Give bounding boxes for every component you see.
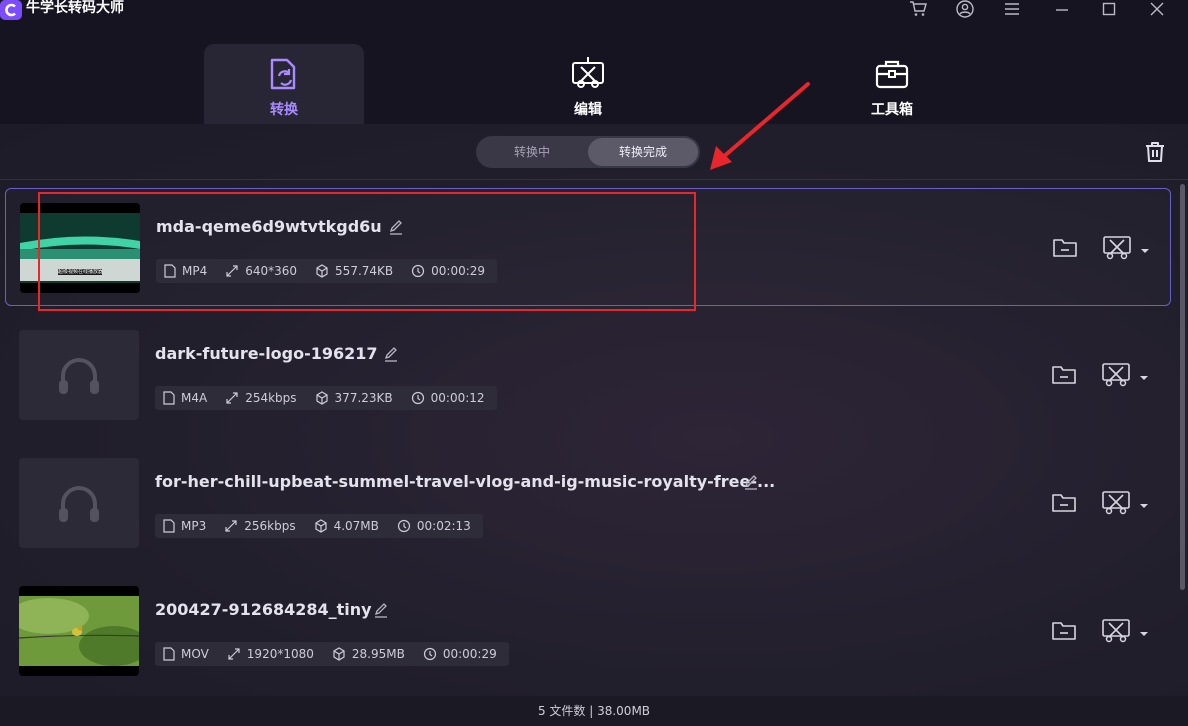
- resize-icon: [228, 648, 240, 660]
- tab-toolbox-label: 工具箱: [871, 102, 913, 118]
- file-row[interactable]: 200427-912684284_tiny MOV 1920*1080 28.9…: [5, 572, 1171, 690]
- clock-icon: [423, 647, 436, 661]
- status-footer: 5 文件数 | 38.00MB: [0, 696, 1188, 726]
- rename-pencil-icon[interactable]: [743, 474, 759, 490]
- file-name: 200427-912684284_tiny: [155, 600, 372, 619]
- video-thumbnail: [19, 586, 139, 676]
- trash-icon[interactable]: [1143, 140, 1167, 164]
- toolbox-icon: [874, 56, 910, 92]
- open-folder-icon[interactable]: [1051, 362, 1077, 386]
- file-size: 377.23KB: [334, 391, 393, 405]
- file-row[interactable]: for-her-chill-upbeat-summel-travel-vlog-…: [5, 444, 1171, 562]
- edit-scissors-icon[interactable]: [1101, 360, 1131, 388]
- size-cube-icon: [333, 647, 345, 661]
- tab-toolbox[interactable]: 工具箱: [812, 44, 972, 124]
- minimize-icon[interactable]: [1052, 0, 1072, 18]
- title-bar: 牛学长转码大师: [0, 0, 1188, 28]
- file-icon: [163, 391, 175, 405]
- edit-scissors-icon[interactable]: [1101, 616, 1131, 644]
- app-logo-icon: [0, 0, 22, 20]
- file-meta: M4A 254kbps 377.23KB 00:00:12: [155, 386, 497, 410]
- tab-edit[interactable]: 编辑: [508, 44, 668, 124]
- chevron-down-icon[interactable]: [1139, 624, 1149, 636]
- file-duration: 00:02:13: [416, 519, 471, 533]
- headphones-icon: [59, 486, 99, 522]
- headphones-icon: [59, 358, 99, 394]
- file-duration: 00:00:29: [442, 647, 497, 661]
- rename-pencil-icon[interactable]: [383, 346, 399, 362]
- app-title: 牛学长转码大师: [26, 0, 124, 16]
- resize-icon: [226, 392, 238, 404]
- clock-icon: [397, 519, 410, 533]
- close-icon[interactable]: [1147, 0, 1167, 18]
- file-format: MOV: [181, 647, 209, 661]
- user-icon[interactable]: [955, 0, 975, 18]
- annotation-highlight-box: [38, 192, 696, 311]
- open-folder-icon[interactable]: [1051, 618, 1077, 642]
- audio-thumbnail: [19, 330, 139, 420]
- open-folder-icon[interactable]: [1052, 235, 1078, 259]
- file-meta: MP3 256kbps 4.07MB 00:02:13: [155, 514, 483, 538]
- file-size: 28.95MB: [351, 647, 405, 661]
- file-resolution: 1920*1080: [246, 647, 314, 661]
- rename-pencil-icon[interactable]: [373, 602, 389, 618]
- status-filter: 转换中 转换完成: [476, 136, 700, 168]
- file-icon: [163, 647, 175, 661]
- convert-icon: [266, 56, 302, 92]
- file-duration: 00:00:12: [430, 391, 485, 405]
- size-cube-icon: [315, 391, 328, 405]
- tab-converted[interactable]: 转换完成: [588, 138, 698, 166]
- file-size: 4.07MB: [333, 519, 379, 533]
- size-cube-icon: [314, 519, 327, 533]
- file-meta: MOV 1920*1080 28.95MB 00:00:29: [155, 642, 509, 666]
- main-nav: 转换 编辑 工具箱: [0, 28, 1188, 124]
- menu-icon[interactable]: [1002, 0, 1022, 18]
- scrollbar[interactable]: [1180, 184, 1185, 590]
- chevron-down-icon[interactable]: [1139, 368, 1149, 380]
- chevron-down-icon[interactable]: [1139, 496, 1149, 508]
- divider: [0, 179, 1188, 180]
- file-name: dark-future-logo-196217: [155, 344, 378, 363]
- chevron-down-icon[interactable]: [1140, 241, 1150, 253]
- resize-icon: [225, 520, 237, 532]
- maximize-icon[interactable]: [1099, 0, 1119, 18]
- tab-edit-label: 编辑: [574, 102, 602, 118]
- audio-thumbnail: [19, 458, 139, 548]
- edit-scissors-icon: [570, 56, 606, 92]
- edit-scissors-icon[interactable]: [1101, 488, 1131, 516]
- file-format: MP3: [181, 519, 207, 533]
- tab-converting[interactable]: 转换中: [478, 138, 586, 166]
- open-folder-icon[interactable]: [1051, 490, 1077, 514]
- cart-icon[interactable]: [908, 0, 928, 18]
- file-name: for-her-chill-upbeat-summel-travel-vlog-…: [155, 472, 776, 491]
- file-row[interactable]: dark-future-logo-196217 M4A 254kbps 377.…: [5, 316, 1171, 434]
- file-bitrate: 254kbps: [245, 391, 297, 405]
- tab-convert-label: 转换: [270, 102, 298, 118]
- tab-convert[interactable]: 转换: [204, 44, 364, 124]
- clock-icon: [411, 391, 424, 405]
- edit-scissors-icon[interactable]: [1102, 233, 1132, 261]
- file-icon: [163, 519, 175, 533]
- file-format: M4A: [181, 391, 208, 405]
- file-bitrate: 256kbps: [244, 519, 296, 533]
